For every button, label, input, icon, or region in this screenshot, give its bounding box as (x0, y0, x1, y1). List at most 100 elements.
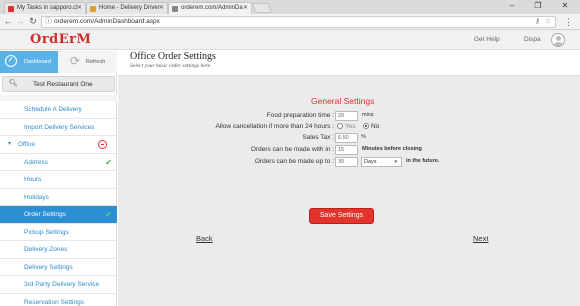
cancel-no-label: No (371, 123, 380, 130)
sidebar-item-delivery-zones[interactable]: Delivery Zones (0, 241, 117, 259)
tab-label: Home - Delivery Driver (99, 5, 160, 11)
sidebar-item-3rd-party[interactable]: 3rd Party Delivery Service (0, 276, 117, 294)
upto-label: Orders can be made up to : (254, 158, 334, 165)
refresh-icon: ⟳ (70, 54, 81, 68)
search-icon: 🔍︎ (9, 80, 18, 87)
minimize-icon[interactable]: – (505, 1, 519, 10)
sidebar-item-hours[interactable]: Hours (0, 171, 117, 189)
cancel-yes-radio[interactable] (337, 123, 343, 129)
save-settings-button[interactable]: Save Settings (309, 208, 374, 224)
sales-tax-label: Sales Tax : (302, 134, 334, 141)
info-icon[interactable]: ⓘ (45, 17, 52, 27)
sidebar-item-office[interactable]: ▾ Office (0, 136, 117, 154)
sidebar-item-label: Pickup Settings (24, 228, 69, 236)
dashboard-label: Dashboard (24, 59, 51, 65)
prep-time-label: Food preparation time : (266, 112, 334, 119)
close-icon[interactable]: ✕ (159, 3, 164, 14)
sales-tax-row: Sales Tax : 6.50 % (118, 133, 580, 144)
cancel-yes-label: Yes (345, 123, 356, 130)
refresh-button[interactable]: ⟳ Refresh (58, 51, 117, 73)
browser-toolbar: ← → ↻ ⓘ orderem.com/AdminDashboard.aspx … (0, 14, 580, 30)
sidebar-item-delivery-settings[interactable]: Delivery Settings (0, 259, 117, 276)
upto-unit-value: Days (364, 159, 377, 165)
settings-panel: General Settings Food preparation time :… (118, 75, 580, 306)
collapse-icon[interactable] (98, 140, 107, 149)
sidebar-item-address[interactable]: Address ✔ (0, 154, 117, 171)
avatar-body (554, 42, 563, 46)
forward-arrow-icon[interactable]: → (15, 16, 25, 26)
close-icon[interactable]: ✕ (243, 3, 248, 14)
sidebar-item-label: Address (24, 158, 48, 166)
page-subtitle: Select your basic order settings here. (130, 63, 212, 69)
address-bar[interactable]: ⓘ orderem.com/AdminDashboard.aspx ⚷ ☆ (41, 16, 556, 28)
restaurant-search[interactable]: 🔍︎ Test Restaurant One (2, 76, 115, 92)
sidebar-item-label: Holidays (24, 193, 49, 201)
sidebar-item-reservation[interactable]: Reservation Settings (0, 294, 117, 306)
prep-time-input[interactable]: 20 (335, 111, 358, 121)
back-link[interactable]: Back (196, 234, 213, 243)
tab-favicon (172, 6, 178, 12)
avatar-head (556, 36, 561, 41)
caret-down-icon: ▾ (8, 141, 12, 147)
within-row: Orders can be made with in : 15 Minutes … (118, 145, 580, 156)
within-input[interactable]: 15 (335, 145, 358, 155)
next-link[interactable]: Next (473, 234, 488, 243)
url-text: orderem.com/AdminDashboard.aspx (54, 18, 160, 25)
sidebar-item-label: Delivery Zones (24, 246, 68, 253)
upto-unit-select[interactable]: Days ▼ (361, 157, 402, 167)
browser-tab-bar: My Tasks in sapporo.cl ✕ Home - Delivery… (0, 0, 580, 14)
avatar[interactable] (551, 33, 565, 47)
sidebar-item-label: Hours (24, 176, 42, 183)
get-help-link[interactable]: Get Help (474, 36, 500, 43)
sidebar-item-label: Schedule A Delivery (24, 106, 82, 113)
sidebar-nav: Schedule A Delivery Import Delivery Serv… (0, 101, 117, 306)
browser-tab-delivery[interactable]: Home - Delivery Driver ✕ (86, 2, 168, 14)
dashboard-gauge-icon (5, 55, 17, 67)
star-icon[interactable]: ☆ (545, 17, 551, 27)
page-title: Office Order Settings (130, 51, 216, 62)
sidebar-item-schedule-delivery[interactable]: Schedule A Delivery (0, 101, 117, 119)
sidebar-top-buttons: Dashboard ⟳ Refresh (0, 51, 117, 73)
user-name[interactable]: Dispa (524, 36, 541, 43)
upto-row: Orders can be made up to : 30 Days ▼ in … (118, 157, 580, 168)
tab-label: orderem.com/AdminDa (181, 5, 243, 11)
maximize-icon[interactable]: ❐ (531, 1, 545, 10)
prep-time-suffix: mins (362, 112, 374, 118)
sidebar-item-label: Office (18, 141, 35, 148)
new-tab-button[interactable] (252, 3, 272, 13)
check-icon: ✔ (105, 157, 112, 167)
restaurant-name: Test Restaurant One (33, 81, 93, 88)
tab-favicon (8, 6, 14, 12)
window-close-icon[interactable]: ✕ (558, 1, 572, 10)
cancellation-label: Allow cancellation if more than 24 hours… (215, 123, 334, 130)
within-label: Orders can be made with in : (250, 146, 334, 153)
sidebar-item-label: Reservation Settings (24, 298, 84, 306)
sidebar-item-order-settings[interactable]: Order Settings ✔ (0, 206, 117, 224)
cancel-no-radio[interactable] (363, 123, 369, 129)
within-suffix: Minutes before closing (362, 146, 422, 152)
check-icon: ✔ (105, 210, 112, 219)
reload-icon[interactable]: ↻ (28, 16, 38, 27)
upto-input[interactable]: 30 (335, 157, 358, 167)
close-icon[interactable]: ✕ (77, 3, 82, 14)
sidebar-item-label: Import Delivery Services (24, 123, 95, 131)
browser-tab-orderem[interactable]: orderem.com/AdminDa ✕ (168, 2, 252, 14)
upto-suffix: in the future. (406, 158, 440, 164)
browser-tab-tasks[interactable]: My Tasks in sapporo.cl ✕ (4, 2, 86, 14)
browser-menu-icon[interactable]: ⋮ (564, 17, 573, 28)
chevron-down-icon: ▼ (393, 159, 398, 164)
sidebar-item-label: Order Settings (24, 211, 66, 218)
back-arrow-icon[interactable]: ← (3, 16, 13, 26)
sidebar-item-holidays[interactable]: Holidays (0, 189, 117, 206)
orderem-logo[interactable]: OrdErM (30, 32, 91, 47)
key-icon[interactable]: ⚷ (535, 17, 540, 27)
dashboard-button[interactable]: Dashboard (0, 51, 58, 73)
sidebar-item-label: Delivery Settings (24, 263, 73, 271)
sidebar-item-pickup-settings[interactable]: Pickup Settings (0, 224, 117, 241)
tab-favicon (90, 6, 96, 12)
sales-tax-input[interactable]: 6.50 (335, 133, 358, 143)
sidebar-item-import-delivery[interactable]: Import Delivery Services (0, 119, 117, 136)
main-content: Office Order Settings Select your basic … (118, 51, 580, 306)
refresh-label: Refresh (86, 59, 106, 65)
sidebar-item-label: 3rd Party Delivery Service (24, 281, 100, 288)
